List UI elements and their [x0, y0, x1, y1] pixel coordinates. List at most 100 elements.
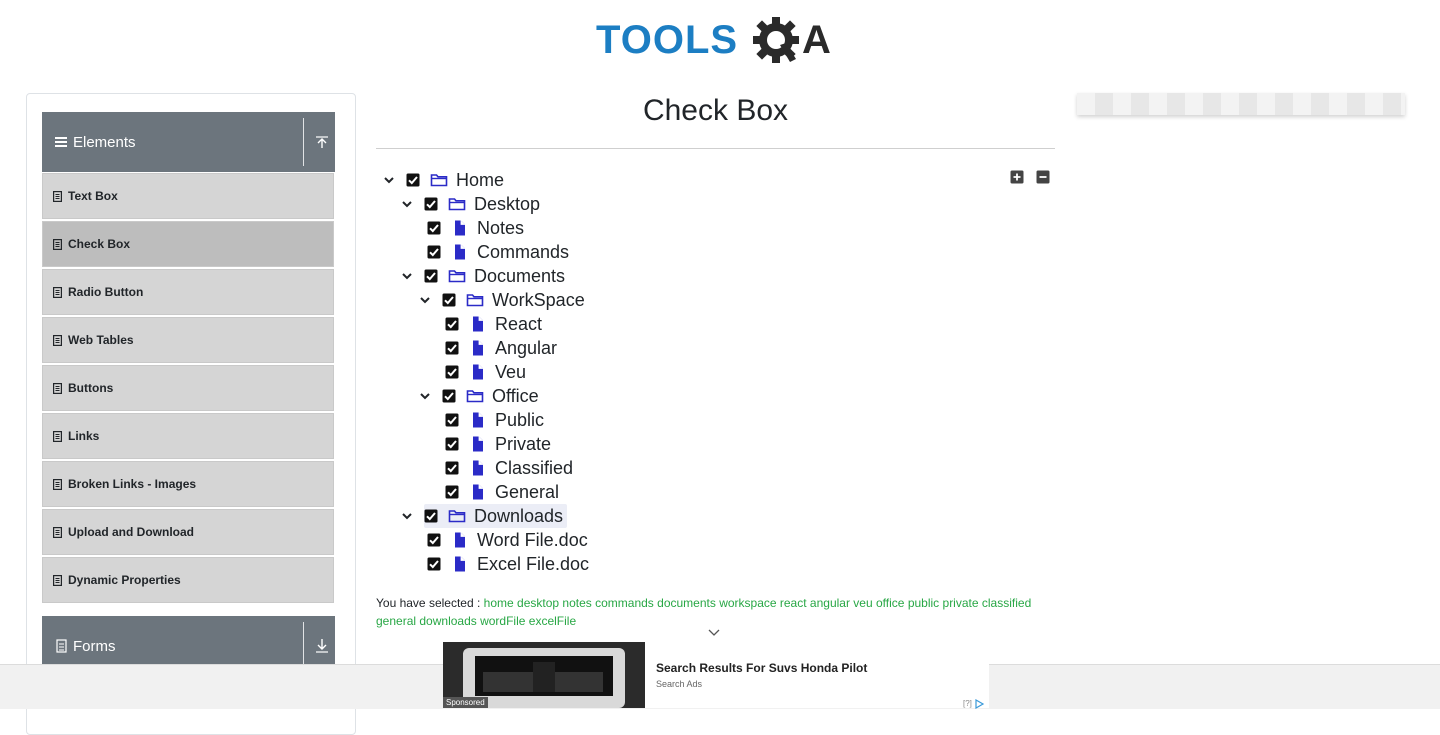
- tree-node-documents[interactable]: Documents: [399, 264, 565, 288]
- checkbox-checked-icon[interactable]: [445, 485, 459, 499]
- tree-node-office[interactable]: Office: [417, 384, 539, 408]
- tree-node-home[interactable]: Home: [381, 168, 504, 192]
- checkbox-checked-icon[interactable]: [424, 509, 438, 523]
- checkbox-checked-icon[interactable]: [427, 533, 441, 547]
- checkbox-checked-icon[interactable]: [424, 269, 438, 283]
- sidebar-item-label: Dynamic Properties: [68, 573, 181, 587]
- arrow-up-icon[interactable]: [312, 132, 332, 152]
- arrow-down-icon[interactable]: [312, 636, 332, 656]
- sidebar-item-radio-button[interactable]: Radio Button: [42, 269, 334, 315]
- title-divider: [376, 148, 1055, 149]
- ad-banner[interactable]: [1077, 93, 1405, 115]
- tree-node-label[interactable]: Home: [456, 170, 504, 191]
- checkbox-checked-icon[interactable]: [424, 197, 438, 211]
- tree-node-label[interactable]: Word File.doc: [477, 530, 588, 551]
- tree-node-veu[interactable]: Veu: [445, 360, 526, 384]
- checkbox-checked-icon[interactable]: [445, 413, 459, 427]
- tree-node-word-file-doc[interactable]: Word File.doc: [427, 528, 588, 552]
- sidebar-item-broken-links-images[interactable]: Broken Links - Images: [42, 461, 334, 507]
- tree-node-label[interactable]: Public: [495, 410, 544, 431]
- tree-node-angular[interactable]: Angular: [445, 336, 557, 360]
- checkbox-checked-icon[interactable]: [442, 293, 456, 307]
- tree-node-label[interactable]: Excel File.doc: [477, 554, 589, 575]
- tree-node-downloads[interactable]: Downloads: [402, 504, 568, 528]
- ad-title[interactable]: Search Results For Suvs Honda Pilot: [656, 661, 867, 675]
- chevron-down-icon[interactable]: [399, 268, 415, 284]
- selected-item: veu: [853, 596, 873, 610]
- file-icon: [455, 532, 465, 548]
- tree-node-label[interactable]: Angular: [495, 338, 557, 359]
- sidebar-item-buttons[interactable]: Buttons: [42, 365, 334, 411]
- ad-image[interactable]: Sponsored: [443, 642, 645, 708]
- selected-item: home: [483, 596, 514, 610]
- sidebar-item-label: Upload and Download: [68, 525, 194, 539]
- sidebar-item-check-box[interactable]: Check Box: [42, 221, 334, 267]
- tree-node-label[interactable]: Private: [495, 434, 551, 455]
- checkbox-checked-icon[interactable]: [406, 173, 420, 187]
- tree-node-desktop[interactable]: Desktop: [399, 192, 540, 216]
- checkbox-checked-icon[interactable]: [445, 341, 459, 355]
- checkbox-checked-icon[interactable]: [427, 221, 441, 235]
- tree-node-label[interactable]: Documents: [474, 266, 565, 287]
- sidebar-item-upload-and-download[interactable]: Upload and Download: [42, 509, 334, 555]
- sidebar-item-label: Radio Button: [68, 285, 144, 299]
- expand-all-icon[interactable]: [1010, 170, 1024, 184]
- chevron-down-icon[interactable]: [381, 172, 397, 188]
- selected-item: angular: [809, 596, 850, 610]
- tree-node-excel-file-doc[interactable]: Excel File.doc: [427, 552, 589, 576]
- ad-info-link[interactable]: [?]: [963, 699, 972, 708]
- tree-node-label[interactable]: Notes: [477, 218, 524, 239]
- chevron-down-icon[interactable]: [399, 508, 415, 524]
- checkbox-checked-icon[interactable]: [445, 437, 459, 451]
- sidebar-item-label: Text Box: [68, 189, 118, 203]
- divider: [303, 118, 304, 166]
- tree-node-general[interactable]: General: [445, 480, 559, 504]
- sidebar-item-text-box[interactable]: Text Box: [42, 173, 334, 219]
- result-prefix: You have selected :: [376, 596, 481, 610]
- checkbox-checked-icon[interactable]: [445, 317, 459, 331]
- folder-icon: [448, 510, 466, 523]
- tree-node-label[interactable]: General: [495, 482, 559, 503]
- checkbox-checked-icon[interactable]: [427, 557, 441, 571]
- sidebar-item-web-tables[interactable]: Web Tables: [42, 317, 334, 363]
- tree-node-label[interactable]: Veu: [495, 362, 526, 383]
- tree-node-classified[interactable]: Classified: [445, 456, 573, 480]
- sidebar-item-dynamic-properties[interactable]: Dynamic Properties: [42, 557, 334, 603]
- checkbox-checked-icon[interactable]: [427, 245, 441, 259]
- sidebar-item-links[interactable]: Links: [42, 413, 334, 459]
- selected-item: commands: [595, 596, 654, 610]
- chevron-down-icon[interactable]: [417, 292, 433, 308]
- checkbox-checked-icon[interactable]: [445, 365, 459, 379]
- tree-node-label[interactable]: Office: [492, 386, 539, 407]
- sponsored-ad[interactable]: Sponsored Search Results For Suvs Honda …: [443, 642, 989, 710]
- tree-node-label[interactable]: Classified: [495, 458, 573, 479]
- chevron-down-icon[interactable]: [417, 388, 433, 404]
- tree-node-label[interactable]: WorkSpace: [492, 290, 585, 311]
- tree-node-private[interactable]: Private: [445, 432, 551, 456]
- left-panel: Elements Text Box Check Box Radio Button We…: [26, 93, 356, 735]
- tree-node-public[interactable]: Public: [445, 408, 544, 432]
- group-header-elements[interactable]: Elements: [42, 112, 335, 172]
- tree-node-workspace[interactable]: WorkSpace: [417, 288, 585, 312]
- collapse-all-icon[interactable]: [1036, 170, 1050, 184]
- tree-node-react[interactable]: React: [445, 312, 542, 336]
- toolsqa-logo[interactable]: TOOLS A: [596, 12, 838, 68]
- chevron-down-icon[interactable]: [707, 628, 721, 638]
- logo-text: TOOLS: [596, 18, 739, 62]
- tree-node-commands[interactable]: Commands: [427, 240, 569, 264]
- menu-item-icon: [53, 430, 62, 442]
- selected-item: notes: [562, 596, 592, 610]
- selected-item: downloads: [419, 614, 477, 628]
- tree-node-notes[interactable]: Notes: [427, 216, 524, 240]
- selected-item: workspace: [719, 596, 777, 610]
- gear-icon: [753, 17, 799, 63]
- tree-node-label[interactable]: Downloads: [474, 506, 563, 527]
- chevron-down-icon[interactable]: [399, 196, 415, 212]
- menu-item-icon: [53, 526, 62, 538]
- tree-node-label[interactable]: Commands: [477, 242, 569, 263]
- tree-node-label[interactable]: React: [495, 314, 542, 335]
- checkbox-checked-icon[interactable]: [445, 461, 459, 475]
- selected-item: excelFile: [528, 614, 577, 628]
- tree-node-label[interactable]: Desktop: [474, 194, 540, 215]
- checkbox-checked-icon[interactable]: [442, 389, 456, 403]
